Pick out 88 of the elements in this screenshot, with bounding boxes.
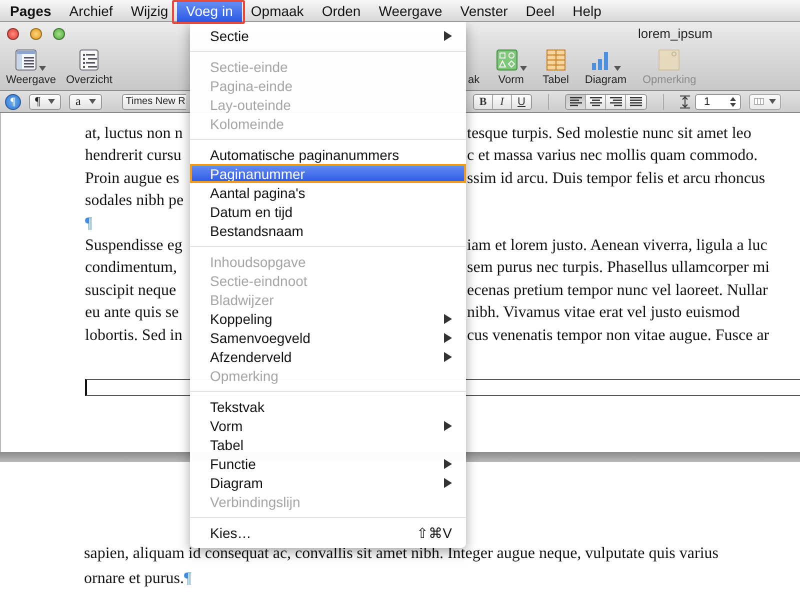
justify-icon (630, 96, 642, 106)
columns-popup[interactable] (749, 94, 781, 110)
style-popup[interactable]: a (69, 94, 102, 110)
bold-button[interactable]: B (474, 94, 493, 108)
list-icon (78, 49, 100, 71)
menu-item[interactable]: Diagram (190, 473, 466, 492)
menu-title[interactable]: Weergave (370, 0, 452, 22)
menu-item[interactable]: Vorm (190, 416, 466, 435)
submenu-arrow-icon (444, 420, 452, 430)
body-text: condimentum, (85, 259, 177, 276)
font-popup[interactable]: Times New R (122, 94, 186, 110)
align-right-icon (610, 96, 622, 106)
body-text: Suspendisse eg (85, 236, 182, 254)
alignment-button[interactable] (606, 94, 626, 108)
menu-item[interactable]: Koppeling (190, 309, 466, 328)
body-text: ornare et purus. (84, 569, 184, 589)
menu-item[interactable]: Datum en tijd (190, 202, 466, 221)
menu-item[interactable]: Aantal pagina's (190, 183, 466, 202)
close-button[interactable] (7, 28, 19, 40)
menu-title[interactable]: Wijzig (122, 0, 178, 22)
body-text: sodales nibh pe (85, 192, 184, 210)
menu-item[interactable]: Kies… ⇧⌘V (190, 523, 466, 542)
menu-title[interactable]: Archief (60, 0, 122, 22)
line-spacing-icon (680, 94, 690, 108)
caret-icon (769, 99, 776, 104)
menu-item[interactable]: Sectie (190, 26, 466, 45)
toolbar-button[interactable]: Tabel (540, 45, 571, 86)
body-text: nibh. Vivamus vitae erat vel justo euismod (467, 303, 740, 324)
body-text: hendrerit cursu (85, 147, 182, 164)
line-spacing-field[interactable]: 1 (695, 94, 741, 110)
body-text: c et massa varius nec mollis quam commodo. (467, 146, 758, 166)
toolbar-button[interactable]: Weergave (4, 45, 58, 86)
menu-item[interactable]: Tabel (190, 435, 466, 454)
body-text: sapien, aliquam id consequat ac, convallis sit amet nibh. Integer augue neque, vulputate quis varius (84, 544, 718, 564)
underline-button[interactable]: U (512, 94, 531, 108)
caret-icon (88, 99, 96, 104)
menu-title[interactable]: Pages (1, 0, 60, 22)
body-text: iam et lorem justo. Aenean viverra, ligula a luc (467, 236, 768, 256)
menu-item[interactable]: Tekstvak (190, 397, 466, 416)
menu-title[interactable]: Help (564, 0, 610, 22)
alignment-button[interactable] (566, 94, 586, 108)
stepper-arrows-icon (730, 96, 736, 106)
caret-icon (614, 66, 622, 71)
paragraph-mark: ¶ (85, 214, 92, 234)
caret-icon (39, 66, 46, 71)
toolbar-label: ak (467, 73, 481, 86)
table-icon (544, 49, 567, 71)
body-text: lobortis. Sed in (85, 326, 182, 344)
align-center-icon (590, 96, 602, 106)
body-text: Proin augue es (85, 170, 180, 187)
toolbar-button[interactable]: Diagram (582, 45, 628, 86)
body-text: sem purus nec turpis. Phasellus ullamcorper mi (467, 258, 770, 278)
align-left-icon (570, 96, 582, 106)
menu-title[interactable]: Deel (516, 0, 564, 22)
menu-item[interactable]: Paginanummer (190, 164, 466, 183)
menu-title[interactable]: Opmaak (242, 0, 313, 22)
window-title: lorem_ipsum (638, 26, 712, 41)
body-text: ssim id arcu. Duis tempor felis et arcu rhoncus (467, 168, 766, 189)
body-text: tesque turpis. Sed molestie nunc sit amet leo (467, 124, 752, 144)
alignment-button[interactable] (626, 94, 646, 108)
body-text: suscipit neque (85, 282, 176, 299)
body-text: eu ante quis se (85, 304, 179, 322)
body-text: at, luctus non n (85, 125, 183, 142)
style-popup[interactable]: ¶ (29, 94, 62, 110)
menu-title[interactable]: Orden (312, 0, 370, 22)
shapes-icon (496, 49, 518, 71)
note-icon (658, 49, 680, 71)
shortcut-text: ⇧⌘V (416, 524, 452, 540)
paragraph-mark: ¶ (184, 569, 192, 589)
caret-icon (48, 99, 56, 104)
menu-item[interactable]: Automatische paginanummers (190, 145, 466, 164)
toolbar-button[interactable]: Vorm (494, 45, 529, 86)
submenu-arrow-icon (444, 30, 452, 40)
minimize-button[interactable] (30, 28, 42, 40)
menu-item[interactable]: Bestandsnaam (190, 221, 466, 240)
columns-icon (754, 97, 764, 106)
alignment-button[interactable] (586, 94, 606, 108)
caret-icon (520, 66, 527, 71)
menu-title[interactable]: Venster (451, 0, 517, 22)
body-text: cus venenatis tempor non vitae augue. Fusce ar (467, 326, 770, 346)
zoom-button[interactable] (53, 28, 65, 40)
menu-item[interactable]: Samenvoegveld (190, 328, 466, 347)
menu-item[interactable]: Afzenderveld (190, 347, 466, 366)
toolbar-button[interactable]: Overzicht (64, 45, 114, 86)
italic-button[interactable]: I (493, 94, 512, 108)
body-text: ecenas pretium tempor nunc vel laoreet. Nullar (467, 280, 768, 301)
page-layout-icon (15, 49, 38, 71)
menu-item[interactable]: Functie (190, 454, 466, 473)
